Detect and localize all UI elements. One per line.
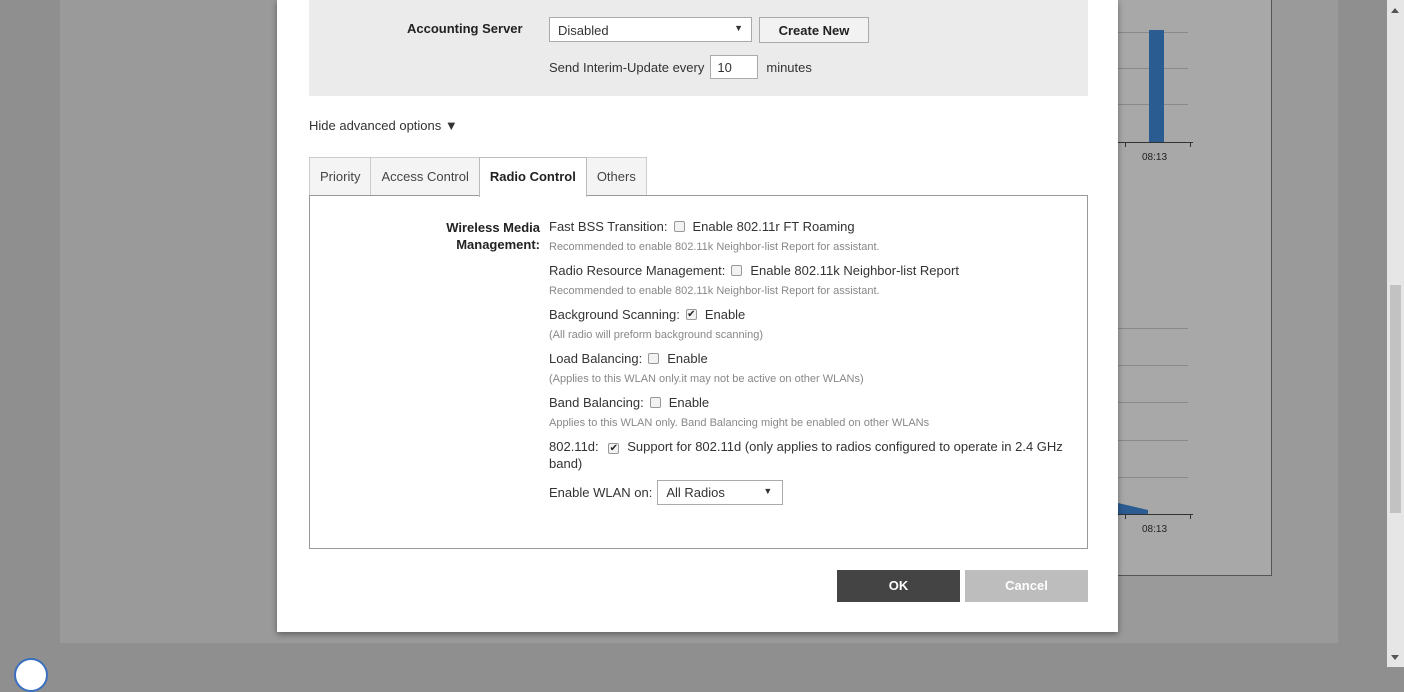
background-scanning-label: Background Scanning: [549, 307, 680, 322]
fast-bss-row: Fast BSS Transition: Enable 802.11r FT R… [549, 218, 1079, 235]
chart-gridline [1118, 477, 1188, 478]
tab-access-control[interactable]: Access Control [370, 157, 480, 195]
scroll-up-icon[interactable] [1391, 8, 1399, 13]
enable-wlan-row: Enable WLAN on: All Radios ▼ [549, 480, 1079, 505]
rrm-label: Radio Resource Management: [549, 263, 726, 278]
tab-others[interactable]: Others [585, 157, 647, 195]
fast-bss-label: Fast BSS Transition: [549, 219, 668, 234]
interim-minutes-input[interactable]: 10 [710, 55, 759, 79]
band-balancing-checkbox[interactable] [649, 397, 661, 408]
band-balancing-label: Band Balancing: [549, 395, 644, 410]
chart-gridline [1118, 365, 1188, 366]
scroll-down-icon[interactable] [1391, 655, 1399, 660]
chart-gridline [1118, 328, 1188, 329]
rrm-note: Recommended to enable 802.11k Neighbor-l… [549, 285, 880, 297]
wlan-edit-dialog: Accounting Server Disabled ▼ Create New … [277, 0, 1118, 632]
background-scanning-option: Enable [704, 307, 746, 322]
background-scanning-note: (All radio will preform background scann… [549, 329, 763, 341]
tab-bar: Priority Access Control Radio Control Ot… [309, 157, 647, 197]
radio-control-panel: Wireless Media Management: Fast BSS Tran… [309, 195, 1088, 549]
interim-update-row: Send Interim-Update every 10 minutes [549, 55, 812, 79]
fast-bss-option: Enable 802.11r FT Roaming [692, 219, 855, 234]
page-scrollbar[interactable] [1387, 0, 1404, 667]
background-scanning-checkbox[interactable] [685, 309, 697, 320]
enable-wlan-select[interactable]: All Radios ▼ [657, 480, 784, 505]
load-balancing-label: Load Balancing: [549, 351, 643, 366]
wireless-media-management-label: Wireless Media Management: [446, 220, 540, 252]
rrm-row: Radio Resource Management: Enable 802.11… [549, 262, 1079, 279]
chart-time-label: 08:13 [1142, 152, 1168, 163]
tab-radio-control[interactable]: Radio Control [478, 157, 587, 197]
enable-wlan-label: Enable WLAN on: [549, 485, 653, 500]
80211d-row: 802.11d: Support for 802.11d (only appli… [549, 438, 1079, 472]
enable-wlan-value: All Radios [666, 485, 725, 500]
rrm-option: Enable 802.11k Neighbor-list Report [750, 263, 959, 278]
80211d-label: 802.11d: [549, 439, 599, 454]
band-balancing-option: Enable [668, 395, 710, 410]
band-balancing-note: Applies to this WLAN only. Band Balancin… [549, 417, 930, 429]
load-balancing-row: Load Balancing: Enable [549, 350, 1079, 367]
ok-button[interactable]: OK [837, 570, 960, 602]
load-balancing-option: Enable [667, 351, 708, 366]
chart-area [1118, 503, 1148, 514]
accounting-server-select[interactable]: Disabled ▼ [549, 17, 752, 42]
hide-advanced-options-link[interactable]: Hide advanced options ▼ [309, 118, 458, 133]
chevron-down-icon: ▼ [763, 486, 773, 496]
chevron-down-icon: ▼ [734, 23, 743, 33]
load-balancing-checkbox[interactable] [648, 353, 660, 364]
tab-priority[interactable]: Priority [309, 157, 372, 195]
chart-bar [1149, 30, 1164, 142]
rrm-checkbox[interactable] [731, 265, 743, 276]
chart-gridline [1118, 402, 1188, 403]
chart-tick [1125, 514, 1126, 519]
80211d-checkbox[interactable] [608, 443, 620, 454]
chart-tick [1190, 142, 1191, 147]
radio-control-options: Fast BSS Transition: Enable 802.11r FT R… [549, 218, 1079, 505]
interim-suffix: minutes [766, 59, 812, 75]
chart-tick [1125, 142, 1126, 147]
fast-bss-checkbox[interactable] [673, 221, 685, 232]
accounting-section: Accounting Server Disabled ▼ Create New … [309, 0, 1088, 96]
band-balancing-row: Band Balancing: Enable [549, 394, 1079, 411]
load-balancing-note: (Applies to this WLAN only.it may not be… [549, 373, 864, 385]
chart-tick [1190, 514, 1191, 519]
chart-time-label: 08:13 [1142, 524, 1168, 535]
interim-prefix: Send Interim-Update every [549, 59, 705, 75]
scrollbar-thumb[interactable] [1390, 285, 1401, 513]
chart-axis [1118, 514, 1193, 515]
accounting-server-label: Accounting Server [407, 21, 523, 36]
background-scanning-row: Background Scanning: Enable [549, 306, 1079, 323]
fast-bss-note: Recommended to enable 802.11k Neighbor-l… [549, 241, 880, 253]
accounting-server-value: Disabled [558, 23, 609, 38]
create-new-button[interactable]: Create New [759, 17, 869, 43]
chart-axis [1118, 142, 1193, 143]
help-icon[interactable] [14, 658, 48, 692]
chart-gridline [1118, 440, 1188, 441]
cancel-button[interactable]: Cancel [965, 570, 1088, 602]
80211d-option: Support for 802.11d (only applies to rad… [549, 439, 1063, 471]
